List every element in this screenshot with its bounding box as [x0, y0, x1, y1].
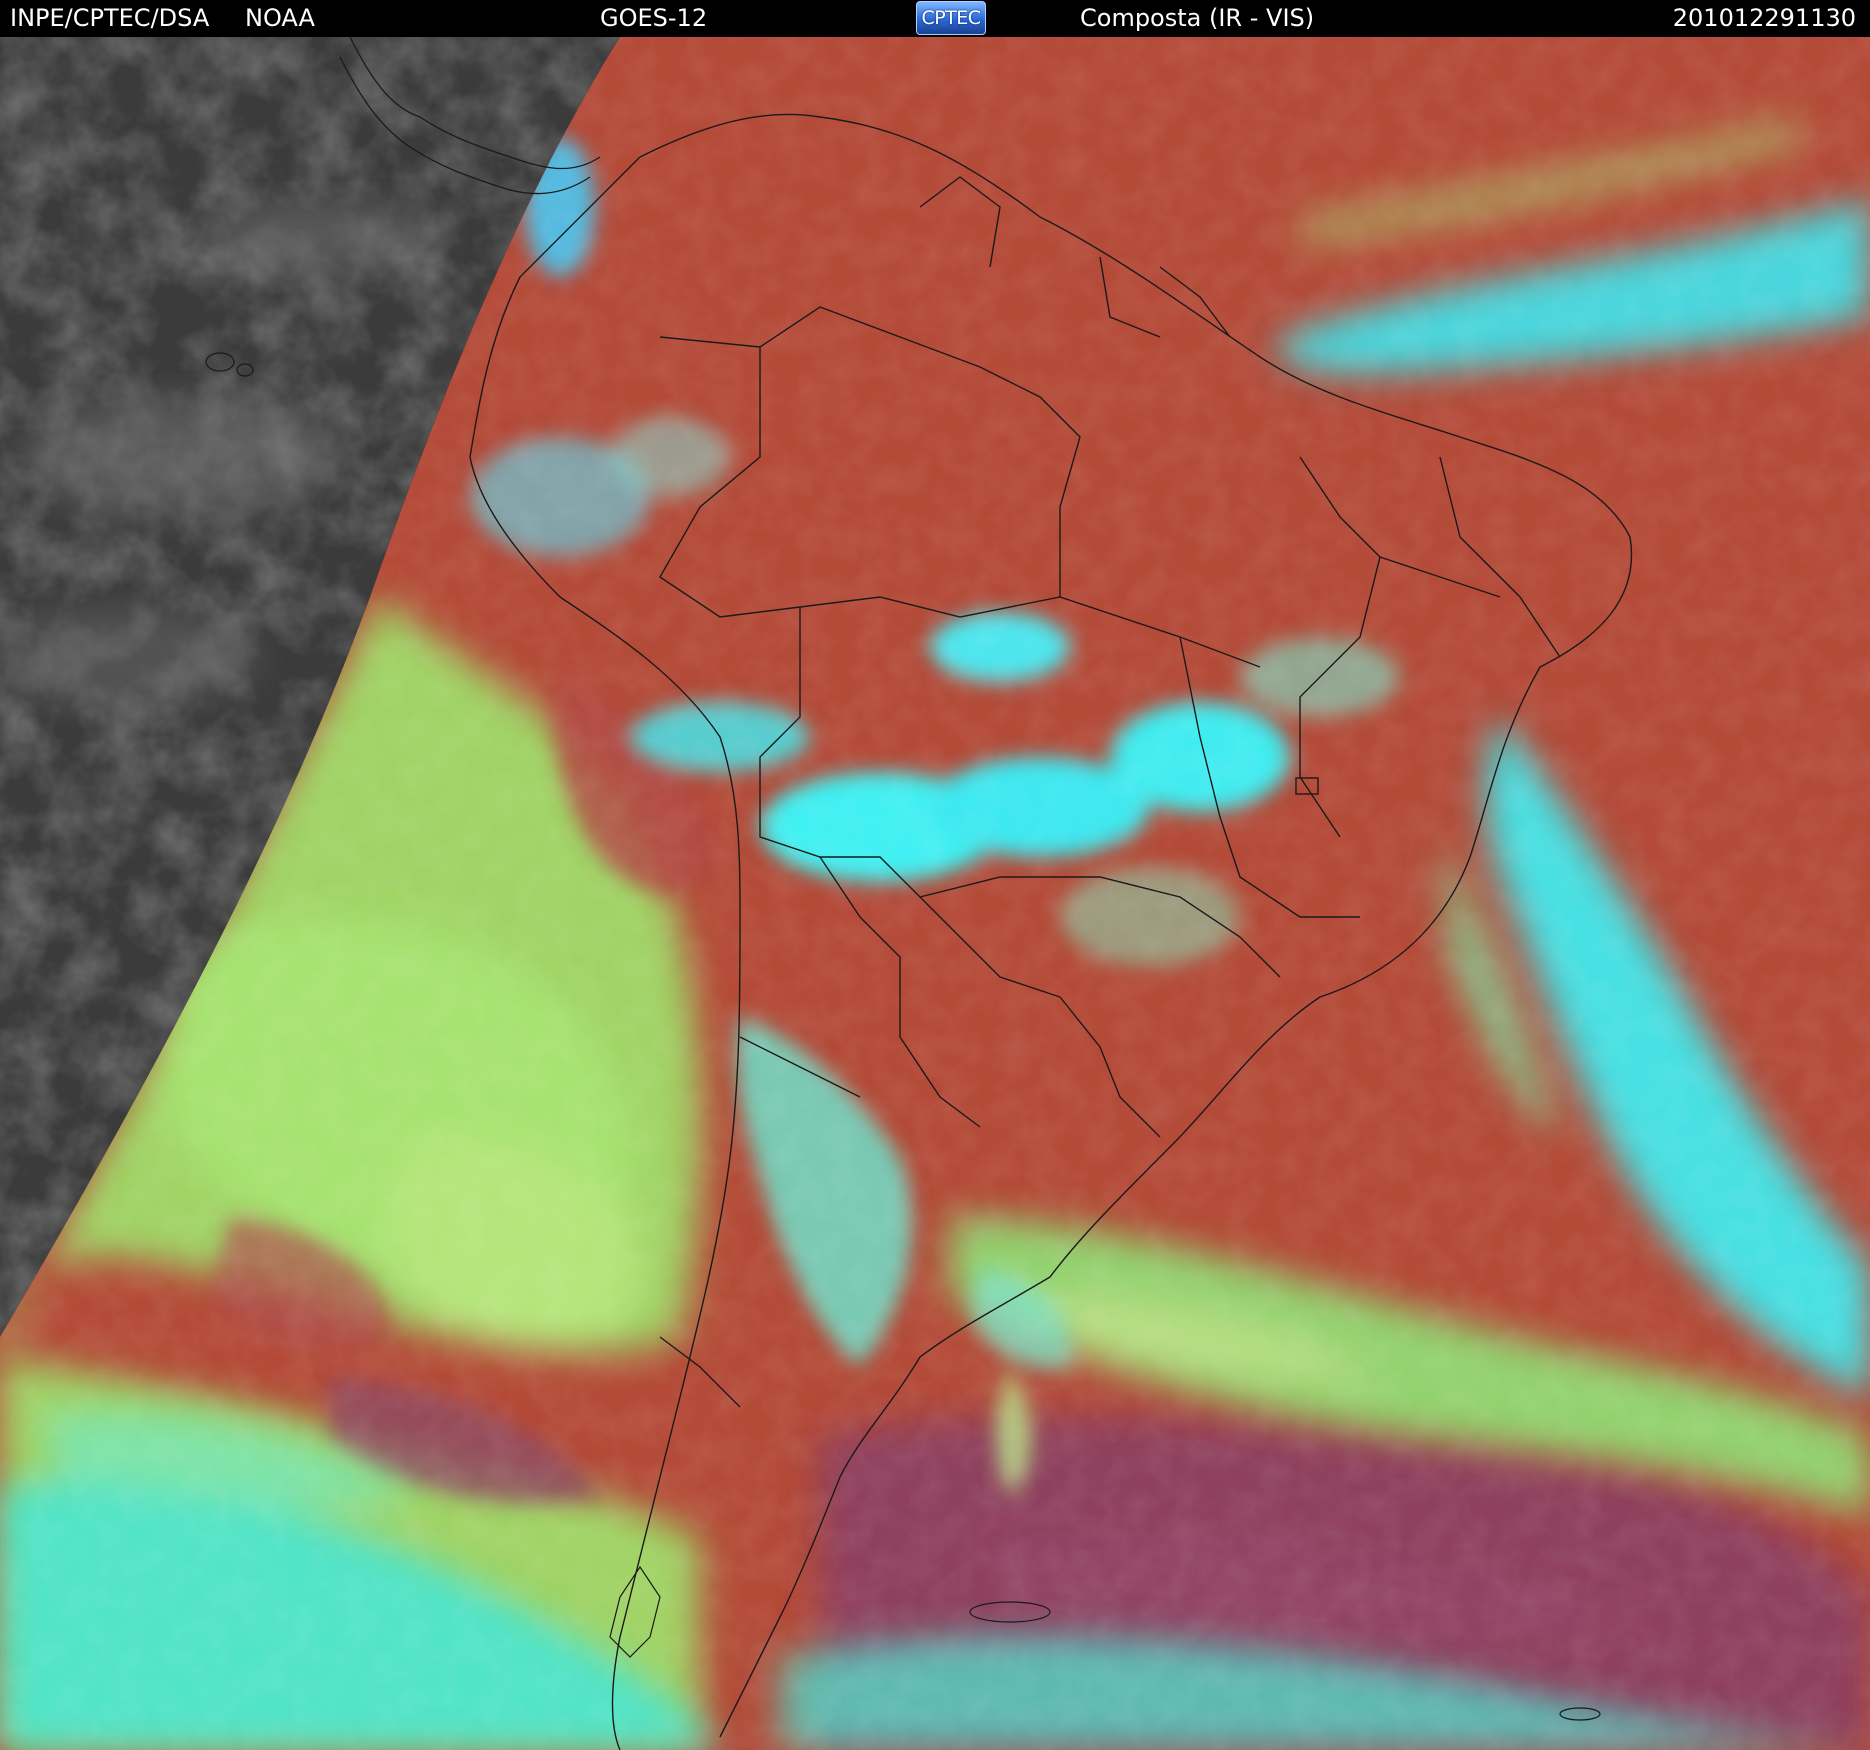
timestamp-label: 201012291130 [1672, 4, 1856, 32]
composite-imagery [0, 37, 1870, 1750]
agency-label: NOAA [245, 4, 315, 32]
cptec-logo: CPTEC [916, 1, 986, 35]
satellite-label: GOES-12 [600, 4, 708, 32]
satellite-image [0, 37, 1870, 1750]
image-header: INPE/CPTEC/DSA NOAA GOES-12 CPTEC Compos… [0, 0, 1870, 37]
organization-label: INPE/CPTEC/DSA [10, 4, 210, 32]
product-label: Composta (IR - VIS) [1080, 4, 1315, 32]
